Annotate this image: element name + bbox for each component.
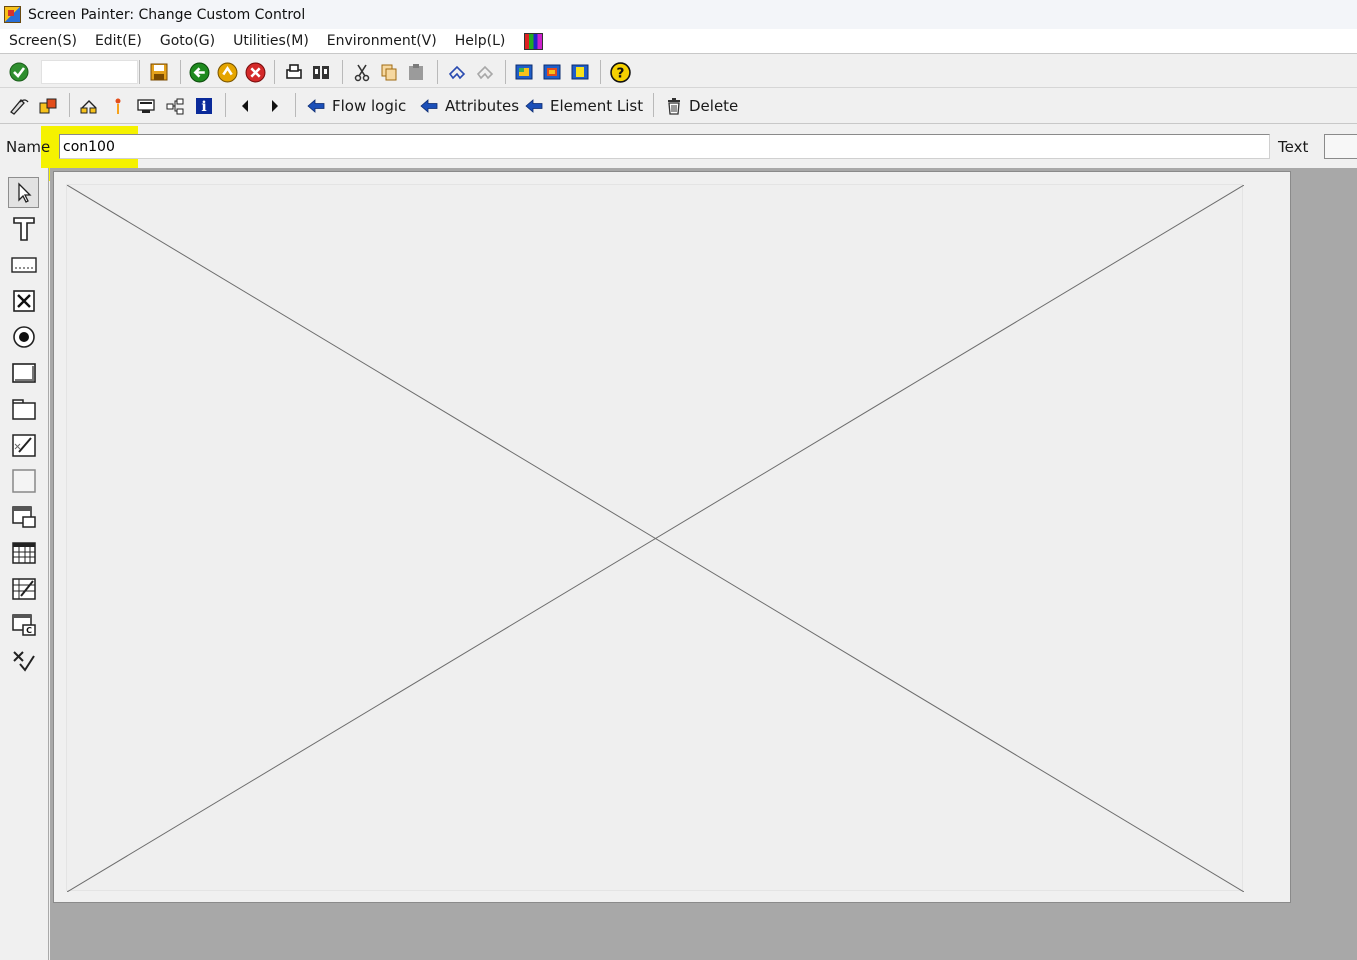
window-title: Screen Painter: Change Custom Control	[28, 6, 306, 23]
hierarchy-icon[interactable]	[164, 95, 186, 117]
painter-workspace	[50, 168, 1357, 960]
custom-control-placeholder-cross	[67, 185, 1244, 892]
create-session-icon[interactable]	[513, 61, 535, 83]
custom-control-con100[interactable]	[66, 184, 1244, 892]
name-input[interactable]	[59, 134, 1270, 159]
menu-bar: Screen(S) Edit(E) Goto(G) Utilities(M) E…	[0, 29, 1357, 54]
cut-icon[interactable]	[351, 61, 373, 83]
select-pointer-icon[interactable]	[8, 177, 39, 208]
previous-screen-icon[interactable]	[234, 95, 256, 117]
screen-painter-app-icon	[4, 6, 21, 23]
arrow-left-icon	[307, 99, 325, 113]
flow-logic-button[interactable]: Flow logic	[306, 94, 406, 118]
application-toolbar: i Flow logic Attributes Element List Del…	[0, 88, 1357, 124]
menu-screen[interactable]: Screen(S)	[0, 33, 86, 49]
copy-icon[interactable]	[378, 61, 400, 83]
menu-edit[interactable]: Edit(E)	[86, 33, 151, 49]
element-list-label: Element List	[550, 97, 644, 115]
attributes-button[interactable]: Attributes	[419, 94, 519, 118]
box-tool-icon[interactable]	[8, 465, 39, 496]
display-change-icon[interactable]	[8, 95, 30, 117]
checkbox-tool-icon[interactable]	[8, 285, 39, 316]
save-icon[interactable]	[148, 61, 170, 83]
flow-logic-label: Flow logic	[332, 97, 407, 115]
delete-button[interactable]: Delete	[665, 94, 738, 118]
title-bar: Screen Painter: Change Custom Control	[0, 0, 1357, 29]
svg-text:i: i	[201, 99, 206, 115]
redo-icon[interactable]	[474, 61, 496, 83]
screen-layout-icon[interactable]	[135, 95, 157, 117]
info-icon[interactable]: i	[193, 95, 215, 117]
find-icon[interactable]	[310, 61, 332, 83]
tabstrip-tool-icon[interactable]	[8, 393, 39, 424]
standard-toolbar: ?	[0, 55, 1357, 88]
next-screen-icon[interactable]	[264, 95, 286, 117]
status-icon-tool-icon[interactable]	[8, 645, 39, 676]
enter-check-icon[interactable]	[8, 61, 30, 83]
svg-text:C: C	[26, 626, 32, 635]
menu-help[interactable]: Help(L)	[446, 33, 515, 49]
generate-shortcut-icon[interactable]	[541, 61, 563, 83]
exit-icon[interactable]	[216, 61, 238, 83]
menu-goto[interactable]: Goto(G)	[151, 33, 224, 49]
dictionary-fields-icon[interactable]	[78, 95, 100, 117]
back-icon[interactable]	[188, 61, 210, 83]
tabstrip-wizard-tool-icon[interactable]	[8, 429, 39, 460]
attributes-label: Attributes	[445, 97, 520, 115]
cancel-icon[interactable]	[244, 61, 266, 83]
radio-button-tool-icon[interactable]	[8, 321, 39, 352]
trash-icon	[668, 98, 680, 115]
element-palette: C	[0, 168, 49, 960]
arrow-left-icon	[420, 99, 438, 113]
print-icon[interactable]	[283, 61, 305, 83]
screen-canvas[interactable]	[53, 171, 1291, 903]
table-control-tool-icon[interactable]	[8, 537, 39, 568]
text-label: Text	[1278, 138, 1309, 156]
info-marker-icon[interactable]	[107, 95, 129, 117]
text-field-tool-icon[interactable]	[8, 213, 39, 244]
customize-layout-icon[interactable]	[524, 32, 544, 50]
undo-icon[interactable]	[446, 61, 468, 83]
menu-utilities[interactable]: Utilities(M)	[224, 33, 318, 49]
element-list-button[interactable]: Element List	[524, 94, 643, 118]
active-inactive-icon[interactable]	[37, 95, 59, 117]
text-input[interactable]	[1324, 134, 1357, 159]
paste-icon[interactable]	[405, 61, 427, 83]
delete-label: Delete	[689, 97, 739, 115]
table-wizard-tool-icon[interactable]	[8, 573, 39, 604]
command-field[interactable]	[41, 60, 138, 84]
help-icon[interactable]: ?	[609, 61, 631, 83]
arrow-left-icon	[525, 99, 543, 113]
input-field-tool-icon[interactable]	[8, 249, 39, 280]
subscreen-tool-icon[interactable]	[8, 501, 39, 532]
menu-environment[interactable]: Environment(V)	[318, 33, 446, 49]
svg-text:?: ?	[616, 65, 624, 81]
local-layout-icon[interactable]	[569, 61, 591, 83]
custom-control-tool-icon[interactable]: C	[8, 609, 39, 640]
name-label: Name	[6, 138, 51, 156]
pushbutton-tool-icon[interactable]	[8, 357, 39, 388]
